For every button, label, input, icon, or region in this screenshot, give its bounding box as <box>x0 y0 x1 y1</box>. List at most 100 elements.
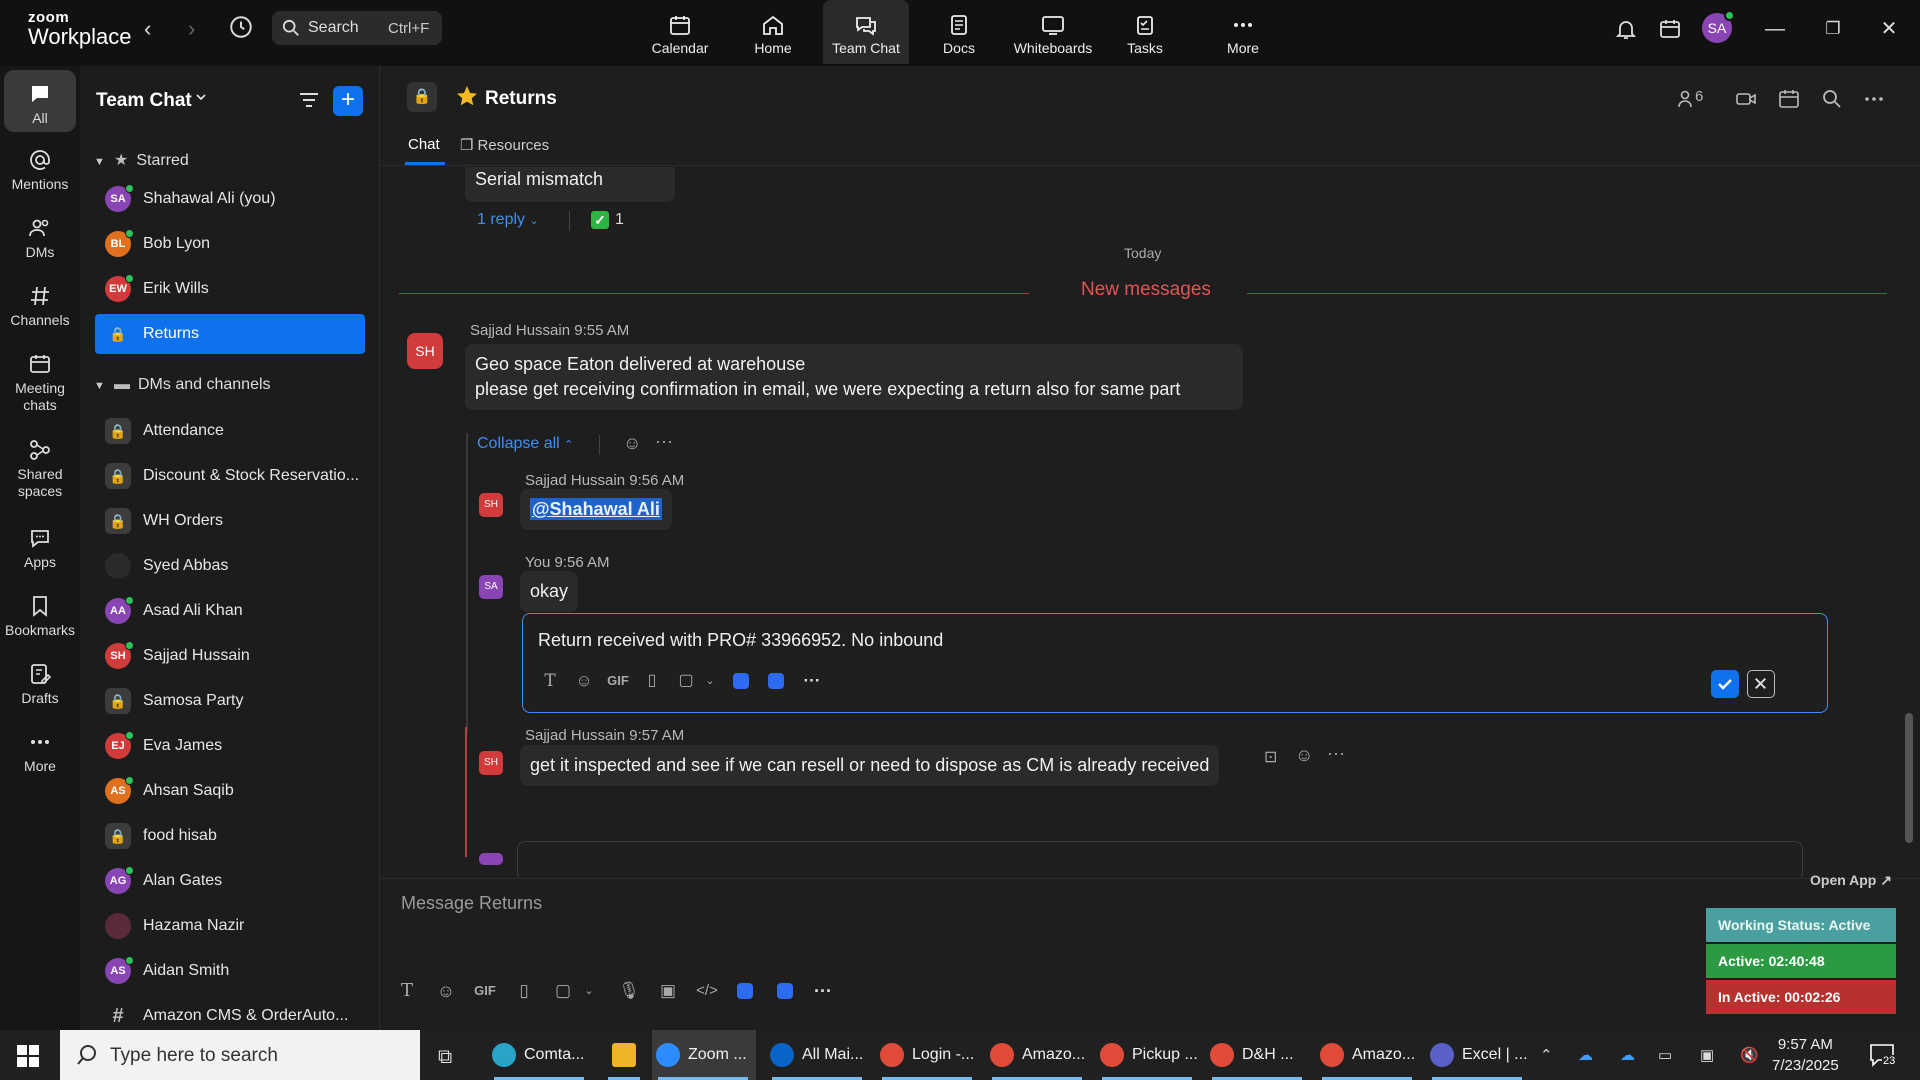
avatar[interactable]: SH <box>479 493 503 517</box>
volume-muted-icon[interactable]: 🔇 <box>1740 1046 1759 1064</box>
sidebar-item[interactable]: Hazama Nazir <box>95 906 365 946</box>
sidebar-item[interactable]: AG Alan Gates <box>95 861 365 901</box>
app-integration-icon[interactable] <box>737 983 753 999</box>
windows-start-icon[interactable] <box>16 1044 40 1068</box>
chevron-down-icon[interactable]: ⌄ <box>699 670 721 692</box>
check-emoji-icon[interactable]: ✓ <box>591 211 609 229</box>
close-window-button[interactable]: ✕ <box>1874 14 1904 44</box>
taskbar-app[interactable]: D&H ... <box>1206 1030 1310 1080</box>
taskbar-app[interactable] <box>602 1030 646 1080</box>
taskbar-app[interactable]: Amazo... <box>1316 1030 1420 1080</box>
onedrive-icon[interactable]: ☁ <box>1578 1046 1593 1064</box>
collapse-all-link[interactable]: Collapse all ⌃ <box>477 435 573 453</box>
sidebar-item[interactable]: AS Aidan Smith <box>95 951 365 991</box>
microphone-icon[interactable]: 🎙 <box>617 979 641 1003</box>
restore-button[interactable]: ❐ <box>1818 14 1848 44</box>
task-view-icon[interactable]: ⧉ <box>438 1046 452 1069</box>
rail-more[interactable]: More <box>4 730 76 774</box>
forward-arrow-icon[interactable]: › <box>188 16 195 42</box>
rail-channels[interactable]: Channels <box>4 284 76 328</box>
rail-meeting-chats[interactable]: Meeting chats <box>4 352 76 414</box>
back-arrow-icon[interactable]: ‹ <box>144 16 151 42</box>
tab-resources[interactable]: ❐ Resources <box>460 136 549 154</box>
section-dms-and-channels[interactable]: ▼ ▬ DMs and channels <box>94 376 271 394</box>
sidebar-item[interactable]: 🔒 Discount & Stock Reservatio... <box>95 456 365 496</box>
taskbar-clock[interactable]: 9:57 AM 7/23/2025 <box>1772 1034 1839 1076</box>
save-edit-button[interactable] <box>1711 670 1739 698</box>
sidebar-item[interactable]: 🔒 Samosa Party <box>95 681 365 721</box>
taskbar-app[interactable]: Comta... <box>488 1030 592 1080</box>
search-icon[interactable] <box>1821 88 1843 110</box>
mention-link[interactable]: @Shahawal Ali <box>530 498 662 520</box>
file-icon[interactable]: ▯ <box>512 979 536 1003</box>
channel-name[interactable]: Returns <box>485 88 557 110</box>
reply-count-link[interactable]: 1 reply ⌄ <box>477 211 539 229</box>
emoji-icon[interactable]: ☺ <box>573 670 595 692</box>
taskbar-app[interactable]: Pickup ... <box>1096 1030 1200 1080</box>
composer-placeholder[interactable]: Message Returns <box>401 893 542 914</box>
filter-icon[interactable] <box>298 90 320 110</box>
rail-dms[interactable]: DMs <box>4 216 76 260</box>
search-box[interactable]: Search Ctrl+F <box>272 11 442 45</box>
network-icon[interactable]: ▣ <box>1700 1046 1714 1064</box>
avatar[interactable]: SA <box>479 575 503 599</box>
rail-shared-spaces[interactable]: Shared spaces <box>4 438 76 500</box>
avatar[interactable]: SH <box>479 751 503 775</box>
more-dots-icon[interactable]: ··· <box>655 431 673 452</box>
gif-icon[interactable]: GIF <box>473 979 497 1003</box>
screenshot-icon[interactable]: ▢ <box>551 979 575 1003</box>
notification-center[interactable]: 23 <box>1868 1042 1898 1068</box>
sidebar-item[interactable]: SA Shahawal Ali (you) <box>95 179 365 219</box>
reply-icon[interactable]: ⊡ <box>1264 747 1277 767</box>
sidebar-item[interactable]: AA Asad Ali Khan <box>95 591 365 631</box>
schedule-icon[interactable] <box>1778 88 1800 110</box>
more-dots-icon[interactable]: ··· <box>1327 743 1345 764</box>
rail-drafts[interactable]: Drafts <box>4 662 76 706</box>
sidebar-item[interactable]: AS Ahsan Saqib <box>95 771 365 811</box>
emoji-icon[interactable]: ☺ <box>434 979 458 1003</box>
sidebar-item[interactable]: 🔒 Returns <box>95 314 365 354</box>
app-integration-icon[interactable] <box>733 673 749 689</box>
app-integration-icon[interactable] <box>768 673 784 689</box>
taskbar-app[interactable]: Amazo... <box>986 1030 1090 1080</box>
topnav-tasks[interactable]: Tasks <box>1102 0 1188 64</box>
more-dots-icon[interactable] <box>1863 88 1885 110</box>
minimize-button[interactable]: — <box>1760 14 1790 44</box>
member-count[interactable]: 6 <box>1695 88 1703 105</box>
chevron-up-icon[interactable]: ⌃ <box>1540 1046 1553 1064</box>
sidebar-item[interactable]: EW Erik Wills <box>95 269 365 309</box>
app-integration-icon[interactable] <box>777 983 793 999</box>
open-app-button[interactable]: Open App ↗ <box>1810 872 1892 889</box>
edit-message-box[interactable]: Return received with PRO# 33966952. No i… <box>522 613 1828 713</box>
taskbar-app[interactable]: Login -... <box>876 1030 980 1080</box>
taskbar-app[interactable]: All Mai... <box>766 1030 870 1080</box>
code-icon[interactable]: </> <box>695 979 719 1003</box>
sidebar-item[interactable]: BL Bob Lyon <box>95 224 365 264</box>
add-reaction-icon[interactable]: ☺ <box>1295 745 1313 766</box>
sidebar-item[interactable]: Syed Abbas <box>95 546 365 586</box>
battery-icon[interactable]: ▭ <box>1658 1046 1672 1064</box>
format-text-icon[interactable]: T <box>395 979 419 1003</box>
rail-mentions[interactable]: Mentions <box>4 148 76 192</box>
rail-bookmarks[interactable]: Bookmarks <box>4 594 76 638</box>
new-chat-button[interactable]: + <box>333 86 363 116</box>
chevron-down-icon[interactable] <box>194 90 208 104</box>
taskbar-search[interactable]: Type here to search <box>60 1030 420 1080</box>
reply-input[interactable] <box>517 841 1803 877</box>
reaction-count[interactable]: 1 <box>615 211 624 229</box>
onedrive-icon[interactable]: ☁ <box>1620 1046 1635 1064</box>
scrollbar[interactable] <box>1905 713 1913 843</box>
tab-chat[interactable]: Chat <box>408 136 440 153</box>
file-icon[interactable]: ▯ <box>641 670 663 692</box>
more-dots-icon[interactable]: ··· <box>801 670 823 692</box>
sidebar-item[interactable]: 🔒 WH Orders <box>95 501 365 541</box>
video-message-icon[interactable]: ▣ <box>656 979 680 1003</box>
taskbar-app[interactable]: Excel | ... <box>1426 1030 1530 1080</box>
history-icon[interactable] <box>228 14 254 40</box>
gif-icon[interactable]: GIF <box>607 670 629 692</box>
screenshot-icon[interactable]: ▢ <box>675 670 697 692</box>
topnav-whiteboards[interactable]: Whiteboards <box>1009 0 1097 64</box>
sidebar-item[interactable]: 🔒 food hisab <box>95 816 365 856</box>
taskbar-app[interactable]: Zoom ... <box>652 1030 756 1080</box>
format-text-icon[interactable]: T <box>539 670 561 692</box>
